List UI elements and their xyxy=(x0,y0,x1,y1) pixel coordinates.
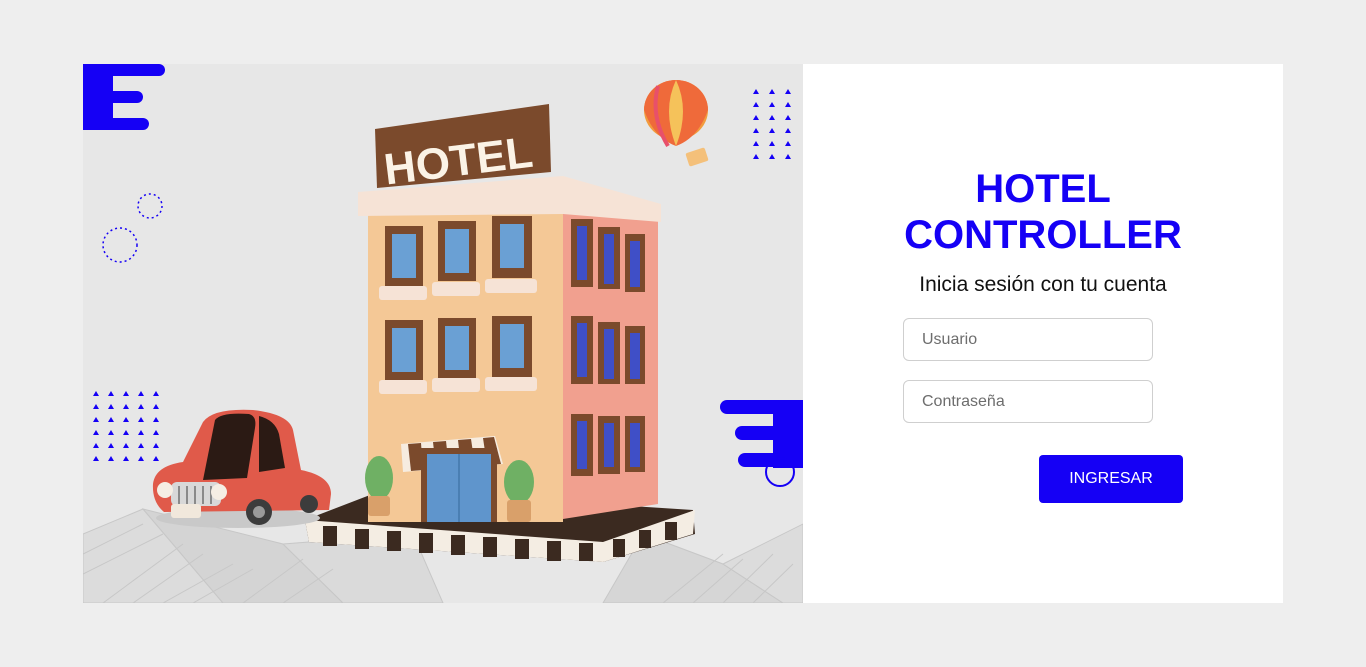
hotel-illustration: HOTEL xyxy=(83,64,803,603)
login-panel: HOTEL CONTROLLER Inicia sesión con tu cu… xyxy=(803,64,1283,603)
side-windows xyxy=(571,219,645,476)
plant-left xyxy=(365,456,393,516)
hero-illustration-panel: HOTEL xyxy=(83,64,803,603)
app-title: HOTEL CONTROLLER xyxy=(803,166,1283,258)
plant-right xyxy=(504,460,534,522)
app-title-line2: CONTROLLER xyxy=(904,213,1182,257)
login-submit-button[interactable]: INGRESAR xyxy=(1039,455,1183,503)
login-card: HOTEL HOTEL CONTROLLER Inicia sesión con… xyxy=(83,64,1283,603)
username-input[interactable] xyxy=(903,318,1153,361)
password-input[interactable] xyxy=(903,380,1153,423)
login-subtitle: Inicia sesión con tu cuenta xyxy=(919,273,1167,296)
app-title-line1: HOTEL xyxy=(975,167,1111,211)
